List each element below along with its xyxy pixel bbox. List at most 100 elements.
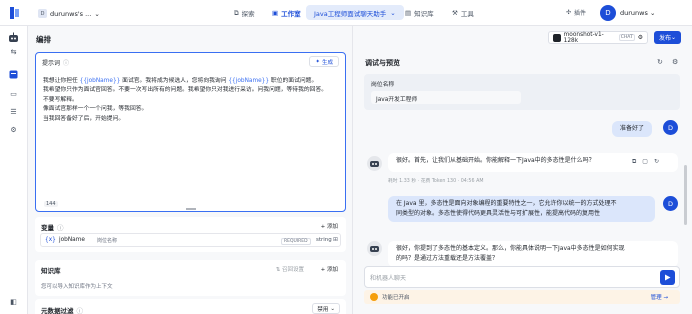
chat-scrollbar[interactable] <box>684 165 687 225</box>
orchestrate-panel: 编排 提示词 ⓘ ✦ 生成 我想让你担任 {{jobName}} 面试官。我将成… <box>28 26 353 314</box>
recall-settings-label: 召回设置 <box>281 267 304 273</box>
puzzle-icon: ✣ <box>566 9 572 16</box>
user-message: 在 Java 里，多态性是面向对象编程的重要特性之一，它允许你以统一的方式处理不… <box>388 196 655 222</box>
info-icon: ⓘ <box>76 307 84 314</box>
context-label: 知识库 <box>41 267 61 275</box>
prompt-line: 当我回答备好了后，开始提问。 <box>43 115 125 122</box>
metadata-filter-section: 元数据过滤 ⓘ 禁用 ⌄ <box>35 299 346 314</box>
model-icon <box>553 33 561 42</box>
top-navigation-bar: D durunws's ... ⌄ ⧉ 探索 ▣ 工作室 Java工程师面试聊天… <box>0 0 692 26</box>
swap-icon[interactable]: ⇆ <box>8 46 19 57</box>
workspace-switcher[interactable]: D durunws's ... ⌄ <box>38 9 100 18</box>
user-menu[interactable]: durunws ⌄ <box>620 9 655 17</box>
feature-status: 功能已开启 <box>382 295 410 301</box>
left-rail: ⇆ ▭ ☰ ⚙ ◧ <box>0 26 28 314</box>
manage-link[interactable]: 管理 → <box>651 293 668 301</box>
metadata-filter-header: 元数据过滤 ⓘ <box>41 305 83 314</box>
message-line: 同类型的对象。多态性使得代码更具灵活性与可扩展性，能提高代码的复用性 <box>396 210 601 217</box>
collapse-sidebar-icon[interactable]: ◧ <box>8 296 19 307</box>
app-logo-icon[interactable] <box>10 7 20 19</box>
bot-message: 很好，你提到了多态性的基本定义。那么，你能具体说明一下Java中多态性是如何实现… <box>388 241 678 267</box>
chat-input[interactable]: 和机器人聊天 <box>364 266 680 288</box>
nav-explore-label: 探索 <box>241 10 255 18</box>
message-meta: 耗时 1.33 秒 · 花费 Token 130 · 04:56 AM <box>388 179 484 184</box>
variables-section: 变量 ⓘ + 添加 {x} jobName 岗位名称 REQUIRED stri… <box>35 217 346 252</box>
plugin-label: 插件 <box>574 10 587 17</box>
logs-icon[interactable]: ☰ <box>8 106 19 117</box>
message-line: 很好，你提到了多态性的基本定义。那么，你能具体说明一下Java中多态性是如何实现 <box>396 245 625 252</box>
variable-row[interactable]: {x} jobName 岗位名称 REQUIRED string ⊞ <box>40 233 341 247</box>
user-avatar[interactable]: D <box>600 5 616 21</box>
chat-input-placeholder: 和机器人聊天 <box>370 275 407 282</box>
metadata-filter-label: 元数据过滤 <box>41 307 74 314</box>
context-header: 知识库 <box>41 265 61 275</box>
char-count: 144 <box>44 201 58 207</box>
nav-knowledge-label: 知识库 <box>414 10 434 18</box>
monitor-icon[interactable]: ▭ <box>8 88 19 99</box>
prompt-line: 不要写解释。 <box>43 96 78 103</box>
book-icon: ▤ <box>405 9 412 17</box>
panel-title: 编排 <box>36 35 51 44</box>
copy-icon[interactable]: ⧉ <box>632 158 636 166</box>
workspace-avatar: D <box>38 9 47 18</box>
chevron-down-icon: ⌄ <box>94 9 100 18</box>
publish-button[interactable]: 发布 ⌄ <box>654 31 681 44</box>
prompt-text[interactable]: 我想让你担任 {{jobName}} 面试官。我将成为候选人，您将向我询问 {{… <box>43 77 341 124</box>
user-message: 准备好了 <box>612 121 653 137</box>
recall-settings-button[interactable]: ⇅ 召回设置 <box>276 265 304 273</box>
model-selector[interactable]: moonshot-v1-128k CHAT ⚙ <box>548 31 648 44</box>
user-avatar: D <box>663 120 678 135</box>
info-icon: ⓘ <box>57 224 64 232</box>
feature-icon <box>370 293 378 301</box>
nav-tools[interactable]: ⚒ 工具 <box>452 8 474 18</box>
settings-icon[interactable]: ⚙ <box>8 124 19 135</box>
user-name: durunws <box>620 9 648 17</box>
info-icon: ⓘ <box>63 60 70 67</box>
refresh-icon[interactable]: ↻ <box>657 58 663 66</box>
role-label: 岗位名称 <box>371 82 395 88</box>
feedback-icon[interactable]: ▢ <box>642 158 648 166</box>
workspace-name: durunws's ... <box>50 9 92 18</box>
send-button[interactable] <box>660 270 675 285</box>
message-actions: ⧉ ▢ ↻ <box>632 158 659 166</box>
nav-explore[interactable]: ⧉ 探索 <box>234 8 255 19</box>
variable-name: jobName <box>59 237 85 243</box>
generate-label: 生成 <box>321 59 333 66</box>
resize-handle[interactable] <box>186 208 196 210</box>
bot-avatar <box>367 156 382 171</box>
metadata-filter-value: 禁用 <box>317 306 329 313</box>
variable-icon: {x} <box>45 237 56 243</box>
settings-icon[interactable]: ⚙ <box>672 58 678 66</box>
variables-label: 变量 <box>41 224 54 232</box>
user-avatar: D <box>663 196 678 211</box>
variables-header: 变量 ⓘ <box>41 222 64 232</box>
generate-button[interactable]: ✦ 生成 <box>309 56 339 67</box>
add-variable-button[interactable]: + 添加 <box>321 222 338 230</box>
app-title: Java工程师面试聊天助手 <box>314 9 387 18</box>
prompt-line: 像面试官那样一个一个问我，等我回答。 <box>43 106 148 113</box>
prompt-header: 提示词 ⓘ <box>42 58 69 67</box>
explore-icon: ⧉ <box>234 8 239 17</box>
publish-label: 发布 <box>658 35 671 42</box>
role-value-input[interactable]: Java开发工程师 <box>371 91 521 104</box>
tools-icon: ⚒ <box>452 9 458 17</box>
regenerate-icon[interactable]: ↻ <box>654 158 659 166</box>
model-name: moonshot-v1-128k <box>563 31 604 44</box>
variable-settings-icon[interactable]: ⊞ <box>333 237 338 243</box>
metadata-filter-select[interactable]: 禁用 ⌄ <box>312 303 340 314</box>
message-line: 在 Java 里，多态性是面向对象编程的重要特性之一，它允许你以统一的方式处理不 <box>396 200 617 207</box>
context-hint: 您可以导入知识库作为上下文 <box>41 284 113 290</box>
orchestrate-icon[interactable] <box>8 69 19 80</box>
variable-token: {{jobName}} <box>79 78 121 84</box>
add-context-button[interactable]: + 添加 <box>321 265 338 273</box>
app-title-selector[interactable]: Java工程师面试聊天助手 ⌄ <box>306 5 404 20</box>
plugin-button[interactable]: ✣ 插件 <box>566 8 586 17</box>
sliders-icon: ⇅ <box>275 267 281 273</box>
prompt-editor[interactable]: 提示词 ⓘ ✦ 生成 我想让你担任 {{jobName}} 面试官。我将成为候选… <box>35 52 346 212</box>
nav-studio[interactable]: ▣ 工作室 <box>272 8 301 18</box>
chevron-down-icon: ⌄ <box>670 34 677 41</box>
studio-icon: ▣ <box>272 9 279 17</box>
nav-knowledge[interactable]: ▤ 知识库 <box>405 8 434 18</box>
variable-desc: 岗位名称 <box>97 238 118 244</box>
robot-icon[interactable] <box>8 32 19 43</box>
